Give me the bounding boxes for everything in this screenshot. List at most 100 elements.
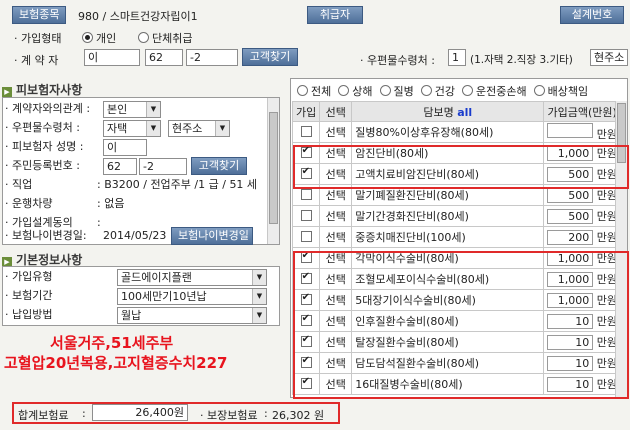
scroll-thumb[interactable] (269, 112, 278, 224)
filter-disease[interactable]: 질병 (379, 85, 414, 98)
payment-select[interactable]: 월납 ▼ (117, 307, 267, 324)
insured-find-customer-button[interactable]: 고객찾기 (191, 157, 247, 175)
radio-icon (297, 85, 308, 96)
insured-id-back[interactable]: -2 (139, 158, 187, 175)
filter-liability[interactable]: 배상책임 (533, 85, 589, 98)
amount-input[interactable]: 500 (547, 188, 594, 203)
amount-unit: 만원 (596, 231, 617, 244)
radio-icon (138, 32, 149, 43)
payment-label: · 납입방법 (5, 308, 53, 321)
filter-driving[interactable]: 운전중손해 (462, 85, 527, 98)
radio-icon (420, 85, 432, 96)
coverage-row: 선택 질병80%이상후유장해(80세) 만원 (291, 121, 621, 143)
find-customer-button[interactable]: 고객찾기 (242, 48, 298, 66)
insured-name-input[interactable]: 이 (103, 139, 147, 156)
coverage-amount-cell[interactable]: 500 만원 (543, 205, 621, 227)
highlight-surgery-group (293, 251, 629, 399)
coverage-join-cell[interactable] (291, 121, 321, 143)
amount-unit: 만원 (596, 189, 617, 202)
relation-value: 본인 (107, 103, 128, 116)
coverage-name: 말기간경화진단비(80세) (351, 205, 545, 227)
design-number-label: 설계번호 (560, 6, 624, 24)
total-premium-value: 26,400원 (92, 404, 188, 421)
insured-mail-select[interactable]: 자택 ▼ (103, 120, 161, 137)
coverage-join-cell[interactable] (291, 205, 321, 227)
select-all-link[interactable]: all (457, 106, 472, 119)
checkbox-icon[interactable] (300, 188, 312, 200)
coverage-name: 중증치매진단비(100세) (351, 226, 545, 248)
coverage-amount-cell[interactable]: 200 만원 (543, 226, 621, 248)
filter-bar: 전체 상해 질병 건강 운전중손해 배상책임 (297, 83, 588, 99)
insured-mail-label: · 우편물수령처 : (5, 121, 80, 134)
filter-health-label: 건강 (434, 85, 455, 98)
checkbox-icon[interactable] (300, 209, 312, 221)
coverage-amount-cell[interactable]: 만원 (543, 121, 621, 143)
filter-health[interactable]: 건강 (420, 85, 455, 98)
amount-unit: 만원 (596, 127, 617, 141)
coverage-select-cell[interactable]: 선택 (319, 226, 353, 248)
age-change-button[interactable]: 보험나이변경일 (171, 227, 253, 245)
insured-panel: · 계약자와의관계 : 본인 ▼ · 우편물수령처 : 자택 ▼ 현주소 ▼ · 피보… (2, 97, 280, 245)
vehicle-value: : 없음 (97, 197, 125, 210)
plan-type-select[interactable]: 골드에이지플랜 ▼ (117, 269, 267, 286)
header-amount: 가입금액(만원) (543, 101, 621, 122)
coverage-row: 선택 말기간경화진단비(80세) 500 만원 (291, 205, 621, 227)
chevron-down-icon: ▼ (252, 289, 266, 304)
total-premium-label: 합계보험료 (18, 409, 69, 422)
product-label: 보험종목 (12, 6, 67, 24)
contractor-id-back[interactable]: -2 (186, 49, 238, 66)
header-name-text: 담보명 (423, 105, 454, 119)
contractor-label: · 계 약 자 (14, 54, 59, 67)
basic-panel: · 가입유형 골드에이지플랜 ▼ · 보험기간 100세만기10년납 ▼ · 납입방… (2, 266, 280, 326)
coverage-row: 선택 중증치매진단비(100세) 200 만원 (291, 226, 621, 248)
insured-title-text: 피보험자사항 (16, 83, 83, 97)
basic-title-text: 기본정보사항 (16, 253, 83, 267)
insured-name-label: · 피보험자 성명 : (5, 140, 84, 153)
insured-scrollbar[interactable] (267, 98, 279, 244)
coverage-join-cell[interactable] (291, 226, 321, 248)
amount-input[interactable]: 200 (547, 230, 594, 245)
plan-type-value: 골드에이지플랜 (121, 271, 192, 284)
vehicle-label: · 운행차량 (5, 197, 53, 210)
vehicle-row: · 운행차량 (5, 195, 265, 213)
filter-all[interactable]: 전체 (297, 85, 331, 98)
chevron-down-icon: ▼ (146, 102, 160, 117)
enroll-group-label: 단체취급 (152, 32, 193, 45)
mail-recipient-label: · 우편물수령처 : (360, 54, 435, 67)
header-coverage-name[interactable]: 담보명 all (351, 101, 545, 122)
insured-address-select[interactable]: 현주소 ▼ (168, 120, 230, 137)
insured-id-front[interactable]: 62 (103, 158, 137, 175)
mail-address-field[interactable]: 현주소 (590, 49, 628, 66)
amount-input[interactable] (547, 122, 594, 138)
age-change-label: · 보험나이변경일: (5, 229, 87, 242)
contractor-id-front[interactable]: 62 (145, 49, 183, 66)
enroll-radio-group[interactable]: 단체취급 (138, 30, 192, 46)
note-line-1: 서울거주,51세주부 (50, 334, 174, 352)
period-value: 100세만기10년납 (121, 290, 207, 303)
checkbox-icon[interactable] (300, 125, 312, 137)
header-select: 선택 (319, 101, 353, 122)
filter-driving-label: 운전중손해 (476, 85, 527, 98)
radio-icon (338, 85, 350, 96)
issuer-button[interactable]: 취급자 (307, 6, 363, 24)
enroll-individual-label: 개인 (96, 32, 117, 45)
filter-all-label: 전체 (311, 85, 332, 98)
mail-recipient-hint: (1.자택 2.직장 3.기타) (470, 54, 573, 66)
arrow-icon: ▶ (2, 87, 12, 97)
filter-injury[interactable]: 상해 (338, 85, 373, 98)
protect-premium-value: 26,302 원 (272, 409, 325, 422)
filter-liability-label: 배상책임 (547, 85, 589, 98)
period-select[interactable]: 100세만기10년납 ▼ (117, 288, 267, 305)
age-change-date: 2014/05/23 (103, 229, 167, 242)
coverage-select-cell[interactable]: 선택 (319, 205, 353, 227)
radio-icon (533, 85, 545, 96)
amount-unit: 만원 (596, 210, 617, 223)
job-label: · 직업 (5, 178, 33, 191)
contractor-name-input[interactable]: 이 (84, 49, 140, 66)
mail-recipient-input[interactable]: 1 (448, 49, 466, 66)
amount-input[interactable]: 500 (547, 209, 594, 224)
checkbox-icon[interactable] (300, 230, 312, 242)
enroll-radio-individual[interactable]: 개인 (82, 30, 116, 46)
relation-select[interactable]: 본인 ▼ (103, 101, 161, 118)
coverage-select-cell[interactable]: 선택 (319, 121, 353, 143)
